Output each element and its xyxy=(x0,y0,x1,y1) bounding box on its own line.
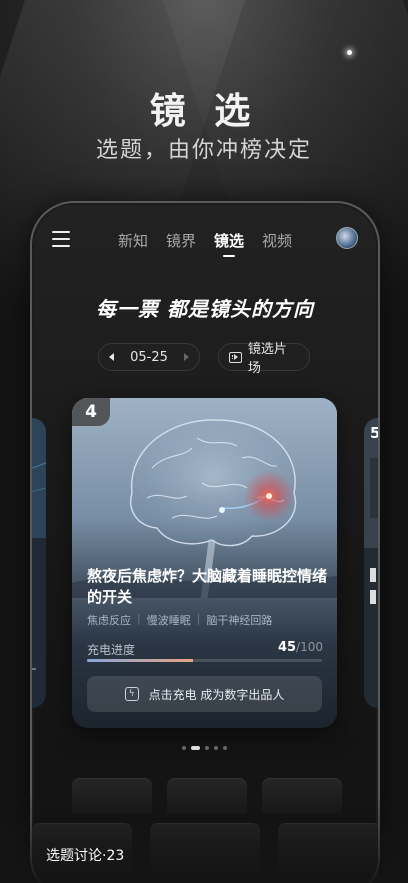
hero-title: 镜 选 xyxy=(149,91,259,132)
topic-card[interactable]: 4 熬夜后焦虑炸？大脑藏着睡眠控情绪的开关 焦虑反应 | 慢波睡眠 | 脑干神经… xyxy=(72,398,337,728)
next-card-art xyxy=(364,418,378,708)
pagination-dot[interactable] xyxy=(182,746,186,750)
charge-current: 45 xyxy=(277,640,297,655)
prev-card[interactable] xyxy=(32,418,46,708)
tag[interactable]: 焦虑反应 xyxy=(87,612,131,628)
tab-shipin[interactable]: 视频 xyxy=(262,230,292,251)
charge-button-label: 点击充电 成为数字出品人 xyxy=(148,687,285,702)
date-label: 05-25 xyxy=(130,349,168,365)
next-card-rank: 5 xyxy=(370,424,380,442)
tag-separator: | xyxy=(137,612,141,625)
charge-progress-fill xyxy=(87,659,193,662)
pagination-dot[interactable] xyxy=(214,746,218,750)
charge-count: 45/100 xyxy=(278,640,323,655)
avatar[interactable] xyxy=(336,227,358,249)
charge-total: /100 xyxy=(296,640,323,654)
pagination-dot[interactable] xyxy=(205,746,209,750)
bottom-fade xyxy=(0,793,408,883)
bolt-icon: ϟ xyxy=(124,687,139,701)
pagination-dots xyxy=(182,746,227,750)
charge-button[interactable]: ϟ 点击充电 成为数字出品人 xyxy=(87,676,322,712)
top-tabs: 新知 镜界 镜选 视频 xyxy=(118,230,292,251)
next-date-icon[interactable] xyxy=(184,353,189,361)
tag[interactable]: 脑干神经回路 xyxy=(206,612,272,628)
charge-label: 充电进度 xyxy=(87,643,136,657)
venue-button[interactable]: 镜选片场 xyxy=(218,342,310,376)
date-selector[interactable]: 05-25 xyxy=(98,343,200,371)
rank-badge: 4 xyxy=(72,398,110,426)
prev-card-art xyxy=(32,418,46,708)
card-title: 熬夜后焦虑炸？大脑藏着睡眠控情绪的开关 xyxy=(87,567,328,606)
next-card[interactable]: 5 xyxy=(364,418,380,708)
tab-xinzhi[interactable]: 新知 xyxy=(118,230,148,251)
pagination-dot[interactable] xyxy=(223,746,227,750)
slogan: 每一票 都是镜头的方向 xyxy=(96,297,314,321)
tab-jingjie[interactable]: 镜界 xyxy=(166,230,196,251)
card-tags: 焦虑反应 | 慢波睡眠 | 脑干神经回路 xyxy=(87,612,272,628)
film-icon xyxy=(229,351,242,363)
prev-date-icon[interactable] xyxy=(109,353,114,361)
tag-separator: | xyxy=(196,612,201,625)
charge-progress-bar xyxy=(87,659,322,662)
venue-label: 镜选片场 xyxy=(247,342,287,376)
sparkle-icon xyxy=(347,50,352,55)
tag[interactable]: 慢波睡眠 xyxy=(147,612,191,628)
tab-jingxuan[interactable]: 镜选 xyxy=(214,230,244,251)
menu-icon[interactable] xyxy=(52,231,70,247)
hero-subtitle: 选题，由你冲榜决定 xyxy=(95,138,312,163)
pagination-dot[interactable] xyxy=(191,746,200,750)
discussion-count[interactable]: 选题讨论·23 xyxy=(46,845,124,865)
phone-frame: 新知 镜界 镜选 视频 每一票 都是镜头的方向 05-25 镜选片场 5 4 熬… xyxy=(30,201,380,883)
